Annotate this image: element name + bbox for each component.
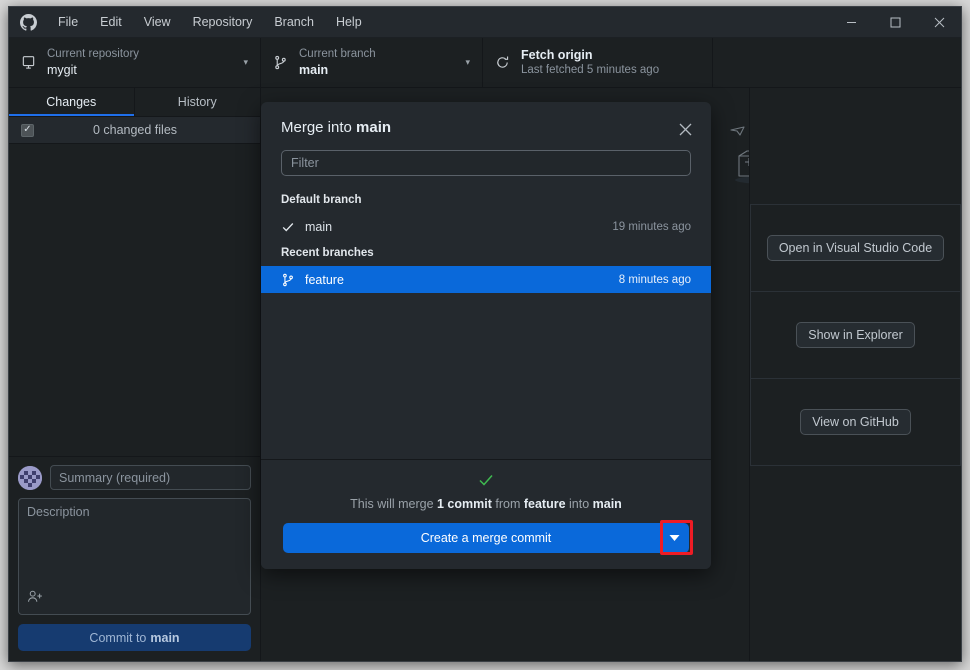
- merge-commit-count: 1 commit: [437, 497, 492, 511]
- current-branch-text: Current branch main: [299, 47, 459, 78]
- toolbar: Current repository mygit ▾ Current branc…: [9, 38, 961, 88]
- dialog-title-branch: main: [356, 119, 391, 136]
- close-button[interactable]: [917, 7, 961, 38]
- chevron-down-icon: ▾: [459, 57, 470, 68]
- show-in-explorer-button[interactable]: Show in Explorer: [796, 322, 915, 348]
- commit-description-input[interactable]: [19, 499, 250, 614]
- changes-sidebar: Changes History ✓ 0 changed files: [9, 88, 261, 661]
- merge-summary-text: This will merge 1 commit from feature in…: [283, 497, 689, 511]
- repo-icon: [21, 55, 47, 70]
- menu-item-repository[interactable]: Repository: [182, 7, 264, 37]
- select-all-checkbox[interactable]: ✓: [21, 124, 34, 137]
- branch-filter-wrapper: [261, 136, 711, 187]
- repository-actions-pane: Open in Visual Studio Code Show in Explo…: [750, 88, 961, 661]
- open-in-vscode-button[interactable]: Open in Visual Studio Code: [767, 235, 944, 261]
- branch-timestamp: 19 minutes ago: [612, 221, 691, 233]
- add-coauthor-icon[interactable]: [27, 589, 44, 609]
- commit-summary-row: [18, 465, 251, 490]
- show-in-explorer-card: Show in Explorer: [750, 291, 961, 379]
- merge-button-group: Create a merge commit: [283, 523, 689, 553]
- menu-item-view[interactable]: View: [133, 7, 182, 37]
- commit-form: Commit to main: [9, 456, 260, 661]
- current-repository-text: Current repository mygit: [47, 47, 237, 78]
- maximize-button[interactable]: [873, 7, 917, 38]
- menu-item-help[interactable]: Help: [325, 7, 373, 37]
- menu-item-branch[interactable]: Branch: [263, 7, 325, 37]
- current-repository-label: Current repository: [47, 47, 237, 62]
- window-controls: [829, 7, 961, 38]
- close-icon[interactable]: [675, 119, 695, 139]
- current-repository-value: mygit: [47, 62, 237, 78]
- empty-boxes-illustration: [713, 106, 750, 193]
- branch-name: main: [305, 220, 612, 234]
- current-repository-dropdown[interactable]: Current repository mygit ▾: [9, 38, 261, 87]
- minimize-button[interactable]: [829, 7, 873, 38]
- changed-files-count: 0 changed files: [34, 123, 260, 137]
- commit-button-branch: main: [150, 631, 179, 645]
- sidebar-tabs: Changes History: [9, 88, 260, 117]
- create-merge-commit-button[interactable]: Create a merge commit: [283, 523, 689, 553]
- merge-desc-part2: from: [492, 497, 524, 511]
- branch-filter-input[interactable]: [281, 150, 691, 176]
- merge-branch-dialog: Merge into main Default branch main 19 m…: [261, 102, 711, 569]
- commit-summary-input[interactable]: [50, 465, 251, 490]
- branch-list: Default branch main 19 minutes ago Recen…: [261, 187, 711, 459]
- view-on-github-button[interactable]: View on GitHub: [800, 409, 911, 435]
- dialog-header: Merge into main: [261, 102, 711, 136]
- dialog-title: Merge into main: [281, 119, 691, 136]
- check-icon: [281, 220, 305, 234]
- menu-bar: File Edit View Repository Branch Help: [47, 7, 373, 37]
- merge-desc-part1: This will merge: [350, 497, 437, 511]
- git-branch-icon: [273, 55, 299, 70]
- menu-item-edit[interactable]: Edit: [89, 7, 133, 37]
- current-branch-dropdown[interactable]: Current branch main ▾: [261, 38, 483, 87]
- title-bar: File Edit View Repository Branch Help: [9, 7, 961, 38]
- dialog-title-prefix: Merge into: [281, 119, 356, 136]
- tab-changes[interactable]: Changes: [9, 88, 135, 116]
- tab-history[interactable]: History: [135, 88, 261, 116]
- merge-options-dropdown-button[interactable]: [659, 523, 689, 553]
- fetch-origin-text: Fetch origin Last fetched 5 minutes ago: [521, 47, 700, 78]
- branch-name: feature: [305, 273, 619, 287]
- git-branch-icon: [281, 273, 305, 287]
- default-branch-heading: Default branch: [261, 187, 711, 213]
- merge-source-branch: feature: [524, 497, 566, 511]
- open-editor-card: Open in Visual Studio Code: [750, 204, 961, 292]
- branch-list-item-main[interactable]: main 19 minutes ago: [261, 213, 711, 240]
- menu-item-file[interactable]: File: [47, 7, 89, 37]
- sync-icon: [495, 55, 521, 70]
- branch-timestamp: 8 minutes ago: [619, 274, 691, 286]
- changed-files-list: [9, 144, 260, 456]
- current-branch-value: main: [299, 62, 459, 78]
- recent-branches-heading: Recent branches: [261, 240, 711, 266]
- github-mark-icon: [9, 14, 47, 31]
- avatar: [18, 466, 42, 490]
- merge-target-branch: main: [593, 497, 622, 511]
- commit-button-prefix: Commit to: [89, 631, 146, 645]
- github-desktop-window: File Edit View Repository Branch Help: [8, 6, 962, 662]
- fetch-origin-button[interactable]: Fetch origin Last fetched 5 minutes ago: [483, 38, 713, 87]
- fetch-origin-label: Fetch origin: [521, 47, 700, 63]
- changed-files-header: ✓ 0 changed files: [9, 117, 260, 144]
- commit-to-branch-button[interactable]: Commit to main: [18, 624, 251, 651]
- commit-description-wrapper: [18, 498, 251, 615]
- current-branch-label: Current branch: [299, 47, 459, 62]
- dialog-footer: This will merge 1 commit from feature in…: [261, 459, 711, 569]
- branch-list-item-feature[interactable]: feature 8 minutes ago: [261, 266, 711, 293]
- view-on-github-card: View on GitHub: [750, 378, 961, 466]
- green-check-icon: [283, 473, 689, 491]
- fetch-origin-status: Last fetched 5 minutes ago: [521, 63, 700, 78]
- merge-desc-part3: into: [566, 497, 593, 511]
- toolbar-filler: [713, 38, 961, 87]
- chevron-down-icon: ▾: [237, 57, 248, 68]
